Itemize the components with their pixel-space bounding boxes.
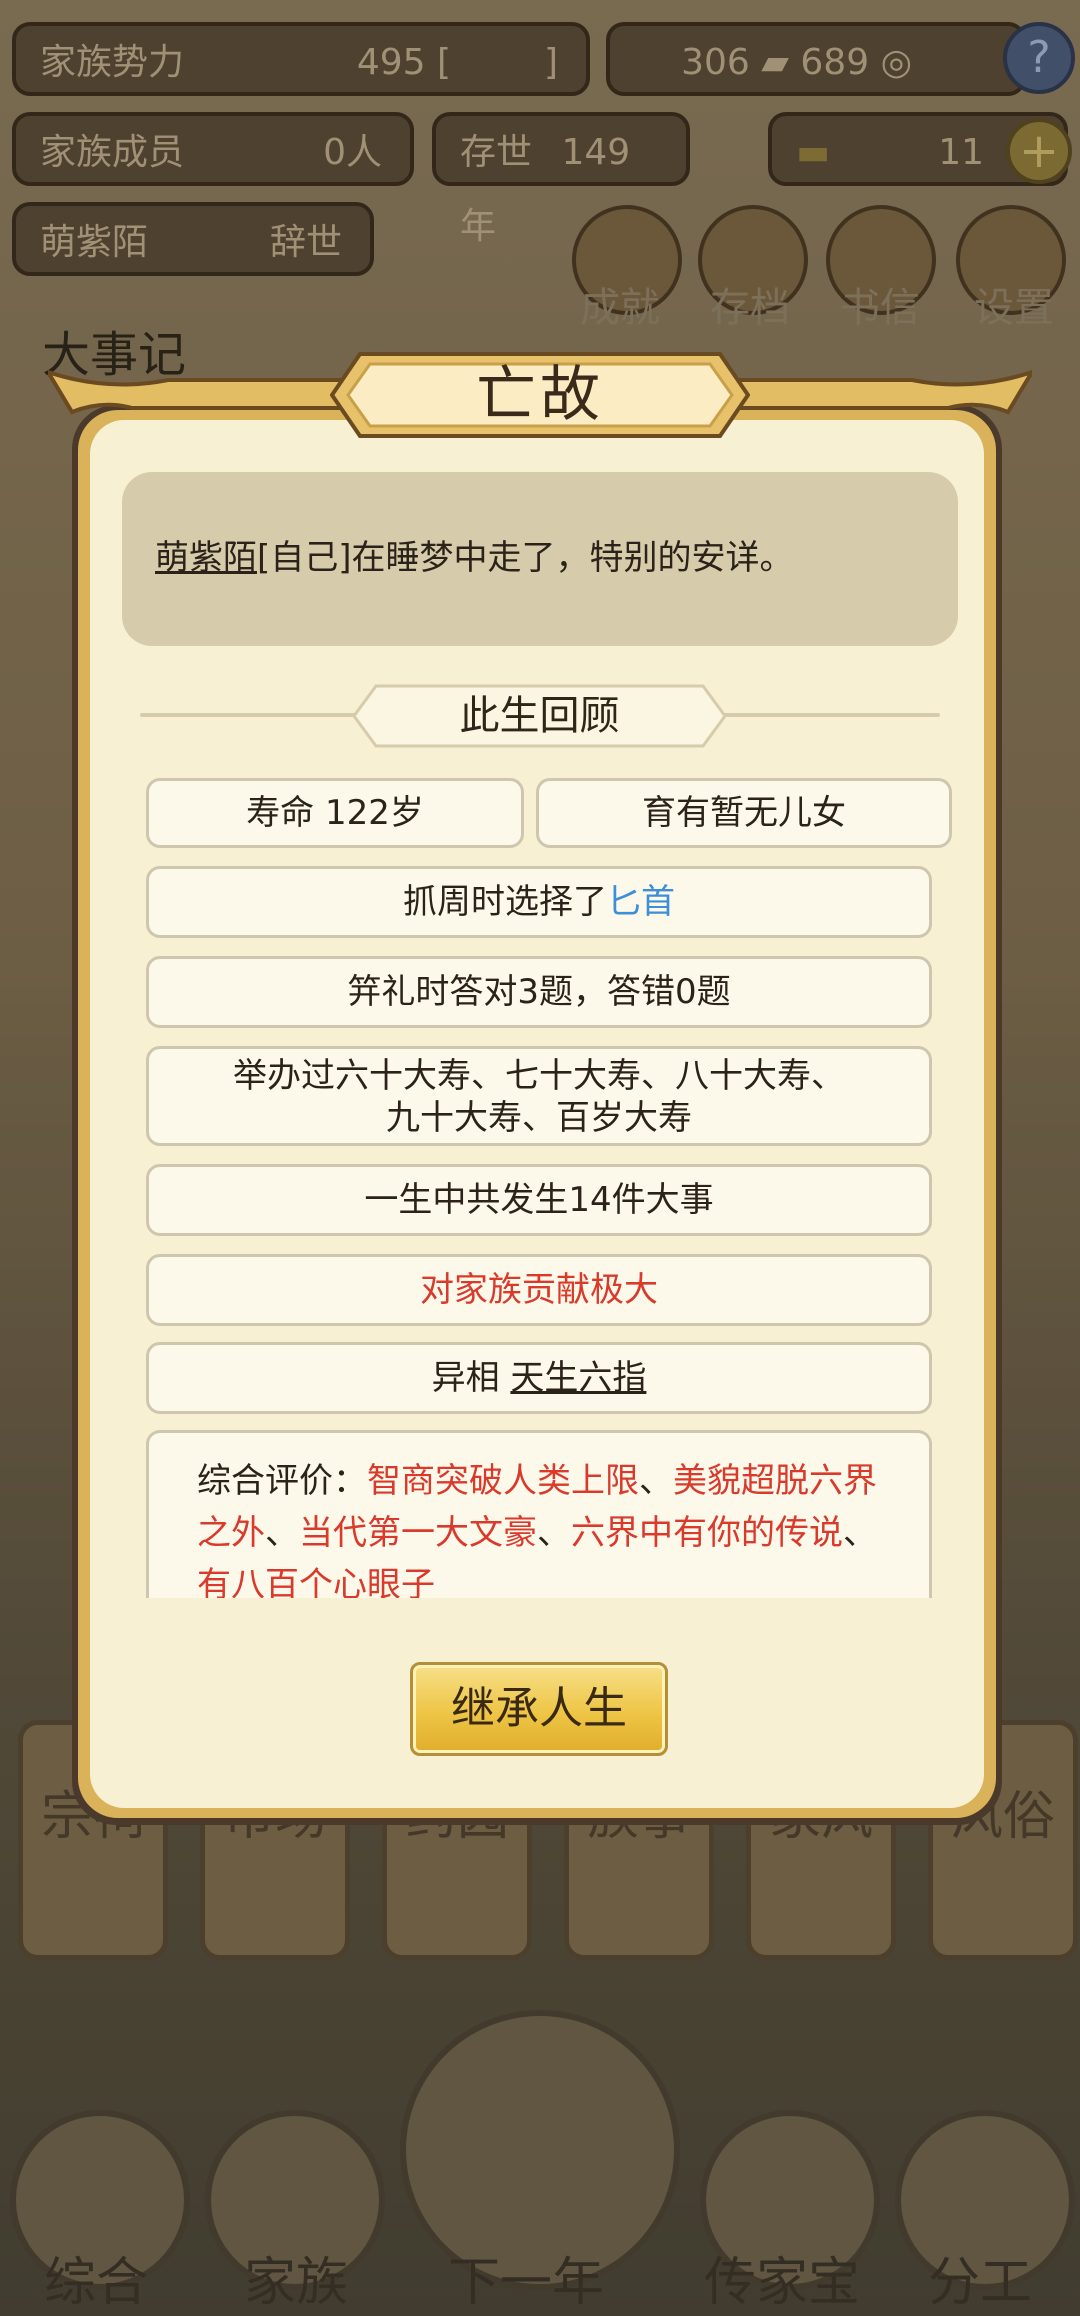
- summary-item: 当代第一大文豪: [299, 1513, 537, 1553]
- children-row: 育有暂无儿女: [536, 778, 952, 848]
- summary-item: 六界中有你的传说: [571, 1513, 843, 1553]
- summary-item: 有八百个心眼子: [197, 1565, 435, 1598]
- dialog-title: 亡故: [476, 360, 604, 430]
- summary-label: 综合评价：: [197, 1461, 367, 1501]
- section-divider-left: [140, 713, 385, 717]
- grab-item-link[interactable]: 匕首: [607, 882, 675, 922]
- contribution-row: 对家族贡献极大: [146, 1254, 932, 1326]
- trait-value-link[interactable]: 天生六指: [510, 1358, 646, 1398]
- ceremony-row: 笄礼时答对3题，答错0题: [146, 956, 932, 1028]
- contribution-text: 对家族贡献极大: [420, 1270, 658, 1310]
- ceremony-text: 笄礼时答对3题，答错0题: [347, 972, 731, 1012]
- person-name-link[interactable]: 萌紫陌: [155, 538, 257, 578]
- summary-item: 智商突破人类上限: [367, 1461, 639, 1501]
- events-text: 一生中共发生14件大事: [364, 1180, 714, 1220]
- description-rest: [自己]在睡梦中走了，特别的安详。: [257, 538, 794, 578]
- grab-row: 抓周时选择了匕首: [146, 866, 932, 938]
- events-row: 一生中共发生14件大事: [146, 1164, 932, 1236]
- trait-prefix: 异相: [431, 1358, 500, 1398]
- inherit-life-button[interactable]: 继承人生: [410, 1662, 668, 1756]
- section-title: 此生回顾: [459, 693, 620, 739]
- birthdays-line1: 举办过六十大寿、七十大寿、八十大寿、: [233, 1056, 845, 1096]
- description-text: 萌紫陌[自己]在睡梦中走了，特别的安详。: [155, 530, 794, 579]
- summary-box[interactable]: 综合评价：智商突破人类上限、美貌超脱六界之外、当代第一大文豪、六界中有你的传说、…: [146, 1430, 932, 1598]
- lifespan-text: 寿命 122岁: [246, 793, 424, 833]
- birthdays-row: 举办过六十大寿、七十大寿、八十大寿、 九十大寿、百岁大寿: [146, 1046, 932, 1146]
- grab-prefix: 抓周时选择了: [403, 882, 607, 922]
- lifespan-row: 寿命 122岁: [146, 778, 524, 848]
- section-divider-right: [695, 713, 940, 717]
- children-text: 育有暂无儿女: [642, 793, 846, 833]
- birthdays-line2: 九十大寿、百岁大寿: [386, 1098, 692, 1138]
- trait-row: 异相 天生六指: [146, 1342, 932, 1414]
